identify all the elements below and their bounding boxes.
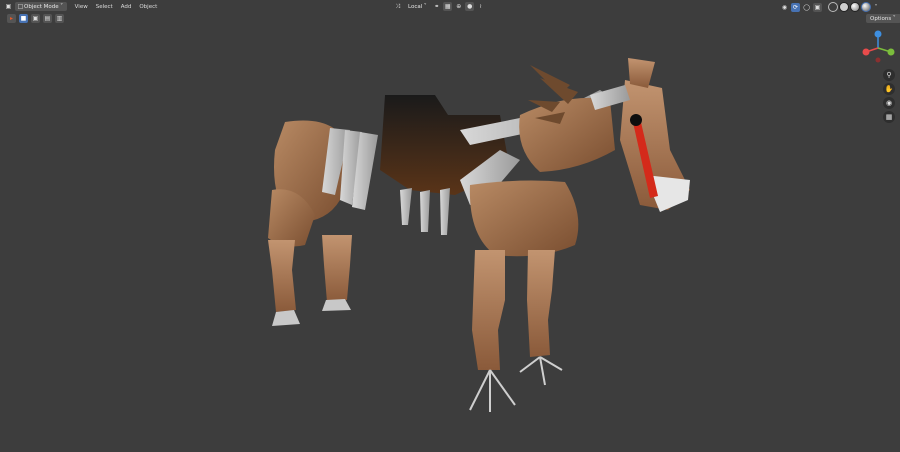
camera-icon[interactable]: ▣: [4, 2, 13, 11]
gizmo-toggle-icon[interactable]: ⟳: [791, 2, 800, 12]
navigation-gizmo[interactable]: [858, 28, 898, 68]
xray-icon[interactable]: ▣: [813, 2, 822, 12]
horse-model[interactable]: [0, 0, 900, 452]
camera-view-icon[interactable]: ◉: [883, 97, 895, 109]
shading-modes: [828, 2, 871, 12]
falloff-icon[interactable]: ≀: [476, 2, 485, 11]
overlay-icon[interactable]: ◯: [802, 3, 811, 12]
mode-label: Object Mode: [24, 3, 59, 10]
select-tools: ▸ ■ ▣ ▤ ▥: [7, 14, 64, 23]
select-subtract-icon[interactable]: ▤: [43, 14, 52, 23]
chevron-down-icon[interactable]: ˅: [873, 3, 879, 12]
object-mode-icon: □: [17, 3, 24, 10]
wireframe-shading-icon[interactable]: [828, 2, 838, 12]
select-extend-icon[interactable]: ▣: [31, 14, 40, 23]
proportional-edit-icon[interactable]: ●: [465, 2, 475, 11]
cursor-icon[interactable]: ▸: [7, 14, 16, 23]
solid-shading-icon[interactable]: [839, 2, 849, 12]
x-axis-handle[interactable]: [862, 48, 870, 56]
y-axis-handle[interactable]: [887, 48, 895, 56]
z-axis-handle[interactable]: [874, 30, 882, 38]
chevron-down-icon: ˅: [60, 3, 64, 10]
material-shading-icon[interactable]: [850, 2, 860, 12]
visibility-icon[interactable]: ◉: [780, 3, 789, 12]
transform-orientation-dropdown[interactable]: Local ˅: [406, 2, 430, 11]
grid-ortho-icon[interactable]: ▦: [883, 111, 895, 123]
menu-add[interactable]: Add: [121, 4, 132, 10]
select-box-icon[interactable]: ■: [19, 14, 28, 23]
select-invert-icon[interactable]: ▥: [55, 14, 64, 23]
zoom-icon[interactable]: ⚲: [883, 69, 895, 81]
rendered-shading-icon[interactable]: [861, 2, 871, 12]
snap-icon[interactable]: ▦: [443, 2, 453, 11]
menu-view[interactable]: View: [75, 4, 88, 10]
chevron-down-icon: ˅: [892, 15, 896, 22]
mode-selector[interactable]: □ Object Mode ˅: [15, 2, 67, 11]
viewport-display-tools: ◉ ⟳ ◯ ▣ ˅: [780, 2, 879, 12]
hand-pan-icon[interactable]: ✋: [883, 83, 895, 95]
magnet-icon[interactable]: ⊕: [454, 2, 463, 11]
chevron-down-icon: ˅: [423, 3, 427, 10]
neg-x-axis-handle[interactable]: [875, 57, 881, 63]
menu-object[interactable]: Object: [139, 4, 157, 10]
options-button[interactable]: Options ˅: [866, 14, 900, 23]
pivot-icon[interactable]: ⚭: [432, 2, 441, 11]
orientation-icon: ⤨: [395, 3, 400, 10]
orientation-label: Local: [408, 3, 423, 10]
transform-tools: ⤨ Local ˅ ⚭ ▦ ⊕ ● ≀: [393, 2, 485, 11]
menu-select[interactable]: Select: [96, 4, 113, 10]
options-label: Options: [870, 15, 892, 22]
